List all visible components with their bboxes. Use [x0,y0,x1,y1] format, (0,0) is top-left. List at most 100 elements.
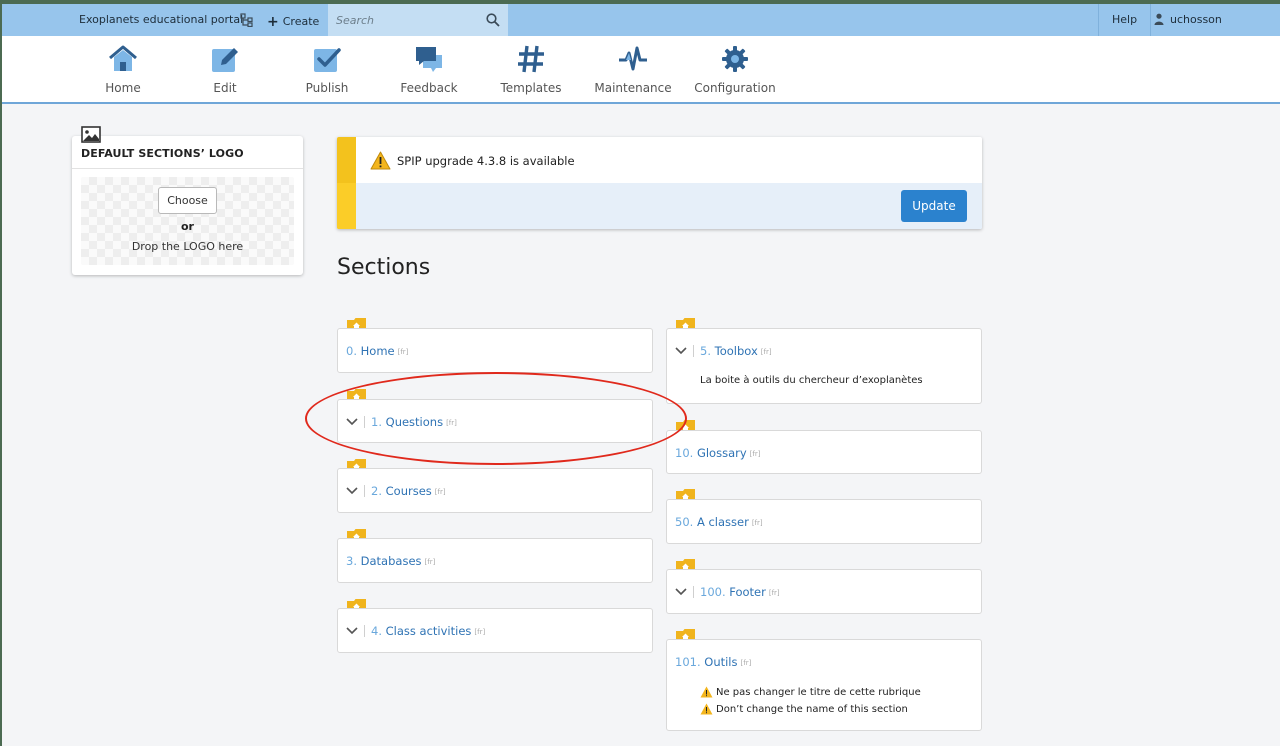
section-link[interactable]: A classer [697,515,749,529]
section-link[interactable]: Footer [729,585,766,599]
language-tag: [fr] [474,628,486,636]
section-number: 10. [675,446,694,460]
section-link[interactable]: Toolbox [715,344,758,358]
nav-maintenance-label: Maintenance [594,81,672,95]
section-row: 10. Glossary [fr] [675,431,760,475]
nav-templates[interactable]: Templates [480,36,582,102]
publish-icon [314,48,341,72]
chevron-down-icon[interactable] [346,627,358,635]
language-tag: [fr] [397,348,409,356]
nav-templates-label: Templates [500,81,562,95]
chevron-down-icon[interactable] [675,347,687,355]
language-tag: [fr] [751,519,763,527]
divider [364,416,365,428]
section-row: 4. Class activities [fr] [346,609,485,653]
top-bar: Exoplanets educational portal +Create He… [2,4,1280,36]
user-icon [1154,13,1164,25]
section-link[interactable]: Outils [704,655,737,669]
help-link[interactable]: Help [1098,4,1152,36]
section-number: 100. [700,585,726,599]
nav-home[interactable]: Home [72,36,174,102]
section-note: Don’t change the name of this section [700,703,908,715]
user-menu[interactable]: uchosson [1154,13,1222,26]
nav-home-label: Home [105,81,141,95]
section-card-databases: 3. Databases [fr] [337,538,653,583]
section-number: 5. [700,344,711,358]
nav-edit-label: Edit [213,81,237,95]
alert-message: SPIP upgrade 4.3.8 is available [397,154,575,168]
create-button[interactable]: + Create [267,13,319,30]
section-number: 50. [675,515,694,529]
section-note-text: Ne pas changer le titre de cette rubriqu… [716,686,921,698]
section-row: 1. Questions [fr] [346,400,457,444]
language-tag: [fr] [434,488,446,496]
section-card-a-classer: 50. A classer [fr] [666,499,982,544]
section-link[interactable]: Questions [386,415,443,429]
divider [364,485,365,497]
section-number: 1. [371,415,382,429]
section-row: 0. Home [fr] [346,329,408,373]
divider [72,168,303,169]
section-card-questions: 1. Questions [fr] [337,399,653,443]
section-note-text: Don’t change the name of this section [716,703,908,715]
nav-feedback[interactable]: Feedback [378,36,480,102]
divider [364,625,365,637]
language-tag: [fr] [760,348,772,356]
section-link[interactable]: Class activities [386,624,472,638]
upgrade-alert: SPIP upgrade 4.3.8 is available Update [337,137,982,229]
nav-configuration-label: Configuration [694,81,776,95]
page-title: Sections [337,255,431,280]
section-number: 0. [346,344,357,358]
section-card-home: 0. Home [fr] [337,328,653,373]
feedback-icon [416,47,442,72]
section-row: 101. Outils [fr] [675,640,751,684]
chevron-down-icon[interactable] [675,588,687,596]
nav-edit[interactable]: Edit [174,36,276,102]
section-number: 3. [346,554,357,568]
section-card-toolbox: 5. Toolbox [fr] La boite à outils du cher… [666,328,982,404]
section-number: 4. [371,624,382,638]
section-row: 100. Footer [fr] [675,570,780,614]
choose-file-button[interactable]: Choose [158,187,217,214]
sitemap-icon[interactable] [240,13,254,27]
alert-footer: Update [356,183,982,229]
search-icon[interactable] [486,13,500,27]
section-link[interactable]: Glossary [697,446,747,460]
language-tag: [fr] [768,589,780,597]
section-number: 2. [371,484,382,498]
section-row: 2. Courses [fr] [346,469,446,513]
window-left-edge [0,4,2,746]
default-logo-panel: DEFAULT SECTIONS’ LOGO Choose or Drop th… [72,126,303,275]
nav-feedback-label: Feedback [400,81,458,95]
site-name-link[interactable]: Exoplanets educational portal [79,13,243,26]
section-card-courses: 2. Courses [fr] [337,468,653,513]
section-link[interactable]: Databases [361,554,422,568]
section-row: 50. A classer [fr] [675,500,763,544]
language-tag: [fr] [424,558,436,566]
logo-panel-title: DEFAULT SECTIONS’ LOGO [81,147,244,160]
section-row: 3. Databases [fr] [346,539,435,583]
chevron-down-icon[interactable] [346,418,358,426]
nav-configuration[interactable]: Configuration [684,36,786,102]
gear-icon [722,46,748,72]
warning-icon [700,703,713,715]
nav-publish-label: Publish [305,81,349,95]
edit-icon [212,48,238,72]
section-link[interactable]: Home [361,344,395,358]
section-card-glossary: 10. Glossary [fr] [666,430,982,474]
nav-publish[interactable]: Publish [276,36,378,102]
section-card-footer: 100. Footer [fr] [666,569,982,614]
chevron-down-icon[interactable] [346,487,358,495]
logo-drop-zone[interactable]: Choose or Drop the LOGO here [81,177,294,265]
warning-icon [700,686,713,698]
nav-maintenance[interactable]: Maintenance [582,36,684,102]
search-input[interactable] [328,4,478,36]
section-link[interactable]: Courses [386,484,432,498]
language-tag: [fr] [749,450,761,458]
section-note: Ne pas changer le titre de cette rubriqu… [700,686,921,698]
section-number: 101. [675,655,701,669]
templates-icon [518,45,544,73]
divider [693,586,694,598]
section-card-class-activities: 4. Class activities [fr] [337,608,653,653]
update-button[interactable]: Update [901,190,967,222]
